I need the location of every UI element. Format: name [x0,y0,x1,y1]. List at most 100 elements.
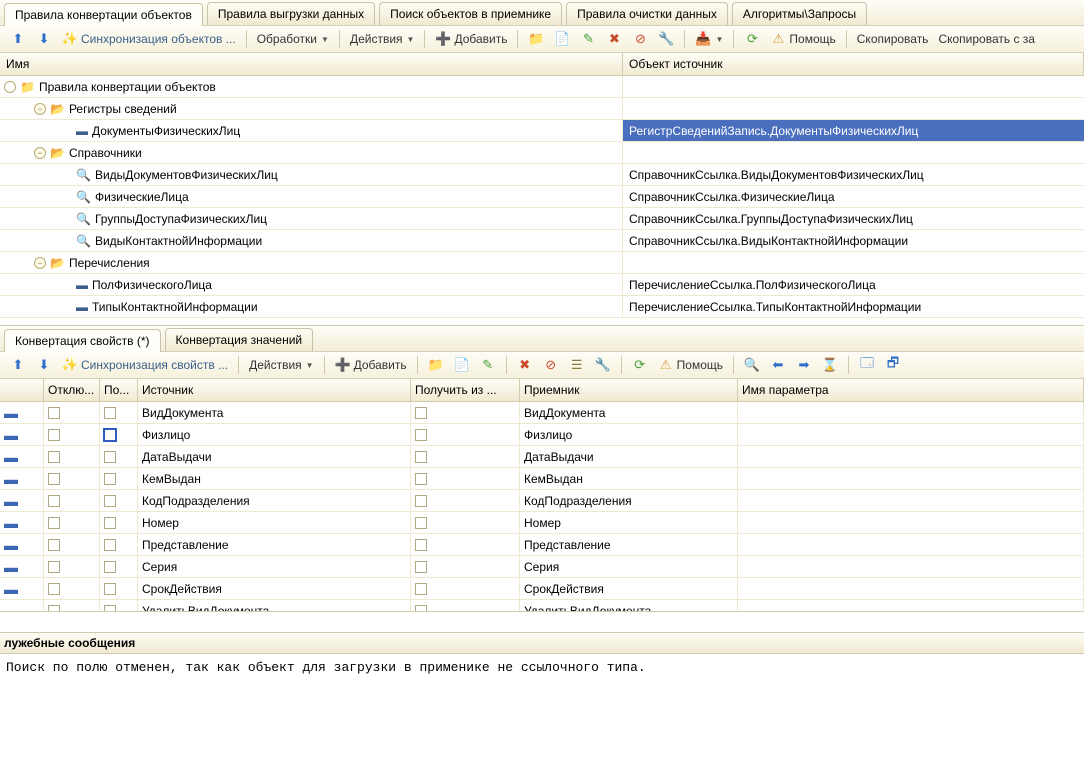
tree-row-contact-types[interactable]: 🔍ВидыКонтактнойИнформации СправочникСсыл… [0,230,1084,252]
checkbox-get[interactable] [415,429,427,441]
tree-row-persons[interactable]: 🔍ФизическиеЛица СправочникСсылка.Физичес… [0,186,1084,208]
checkbox-get[interactable] [415,583,427,595]
actions-button[interactable]: Действия▼ [245,356,318,374]
config-icon[interactable]: 🔧 [591,355,615,375]
checkbox-get[interactable] [415,539,427,551]
prop-row[interactable]: ▬ Номер Номер [0,512,1084,534]
config-icon[interactable]: 🔧 [654,29,678,49]
checkbox-disabled[interactable] [48,517,60,529]
col-po[interactable]: По... [100,379,138,401]
checkbox-get[interactable] [415,517,427,529]
copy-button[interactable]: Скопировать [853,30,933,48]
collapse-icon[interactable]: − [34,257,46,269]
checkbox-get[interactable] [415,495,427,507]
checkbox-get[interactable] [415,407,427,419]
prop-row[interactable]: ▬ Представление Представление [0,534,1084,556]
checkbox-po[interactable] [104,583,116,595]
checkbox-disabled[interactable] [48,605,60,613]
checkbox-po[interactable] [104,605,116,613]
prop-row[interactable]: ▬ ДатаВыдачи ДатаВыдачи [0,446,1084,468]
arrow-down-icon[interactable]: ⬇ [32,29,56,49]
help-button[interactable]: ⚠Помощь [766,29,839,49]
col-source[interactable]: Объект источник [623,53,1084,75]
next-icon[interactable]: ➡ [792,355,816,375]
tree-row-catalogs[interactable]: −📂Справочники [0,142,1084,164]
tab-search-objects[interactable]: Поиск объектов в приемнике [379,2,562,25]
col-get[interactable]: Получить из ... [411,379,520,401]
new-item-icon[interactable]: 📄 [550,29,574,49]
refresh-icon[interactable]: ⟳ [740,29,764,49]
checkbox-disabled[interactable] [48,407,60,419]
edit-icon[interactable]: ✎ [476,355,500,375]
props-grid-body[interactable]: ▬ ВидДокумента ВидДокумента ▬ Физлицо Фи… [0,402,1084,612]
checkbox-po[interactable] [104,473,116,485]
checkbox-disabled[interactable] [48,451,60,463]
checkbox-disabled[interactable] [48,473,60,485]
arrow-up-icon[interactable]: ⬆ [6,29,30,49]
checkbox-po[interactable] [104,451,116,463]
col-source[interactable]: Источник [138,379,411,401]
checkbox-disabled[interactable] [48,583,60,595]
search-icon[interactable]: 🔍 [740,355,764,375]
tab-cleanup-rules[interactable]: Правила очистки данных [566,2,728,25]
checkbox-disabled[interactable] [48,429,60,441]
tab-export-rules[interactable]: Правила выгрузки данных [207,2,375,25]
checkbox-po[interactable] [104,429,116,441]
tree-row-documents[interactable]: ▬ДокументыФизическихЛиц РегистрСведенийЗ… [0,120,1084,142]
prop-row[interactable]: ▬ Серия Серия [0,556,1084,578]
tab-values-conv[interactable]: Конвертация значений [165,328,314,351]
arrow-up-icon[interactable]: ⬆ [6,355,30,375]
checkbox-get[interactable] [415,561,427,573]
delete-icon[interactable]: ✖ [602,29,626,49]
import-icon[interactable]: 📥▼ [691,29,727,49]
tree-row-root[interactable]: 📁Правила конвертации объектов [0,76,1084,98]
checkbox-po[interactable] [104,539,116,551]
collapse-icon[interactable]: − [34,103,46,115]
add-button[interactable]: ➕Добавить [431,29,511,49]
sync-props-button[interactable]: ✨Синхронизация свойств ... [58,355,232,375]
add-button[interactable]: ➕Добавить [331,355,411,375]
col-marker[interactable] [0,379,44,401]
col-param[interactable]: Имя параметра [738,379,1084,401]
prop-row[interactable]: ▬ КемВыдан КемВыдан [0,468,1084,490]
sync-objects-button[interactable]: ✨Синхронизация объектов ... [58,29,240,49]
checkbox-get[interactable] [415,473,427,485]
help-button[interactable]: ⚠Помощь [654,355,727,375]
tree-row-doc-types[interactable]: 🔍ВидыДокументовФизическихЛиц СправочникС… [0,164,1084,186]
col-name[interactable]: Имя [0,53,623,75]
processing-button[interactable]: Обработки▼ [253,30,333,48]
col-disabled[interactable]: Отклю... [44,379,100,401]
tab-props-conv[interactable]: Конвертация свойств (*) [4,329,161,352]
tree-row-enums[interactable]: −📂Перечисления [0,252,1084,274]
checkbox-disabled[interactable] [48,495,60,507]
prev-icon[interactable]: ⬅ [766,355,790,375]
tree-area[interactable]: 📁Правила конвертации объектов −📂Регистры… [0,76,1084,326]
window-icon[interactable]: 🗔 [855,355,879,375]
disabled-icon[interactable]: ⊘ [628,29,652,49]
checkbox-po[interactable] [104,561,116,573]
copy-from-button[interactable]: Скопировать с за [934,30,1039,48]
windows-icon[interactable]: 🗗 [881,355,905,375]
checkbox-get[interactable] [415,605,427,613]
prop-row[interactable]: ▬ КодПодразделения КодПодразделения [0,490,1084,512]
disabled-icon[interactable]: ⊘ [539,355,563,375]
edit-icon[interactable]: ✎ [576,29,600,49]
tree-row-registers[interactable]: −📂Регистры сведений [0,98,1084,120]
tab-conversion-rules[interactable]: Правила конвертации объектов [4,3,203,26]
refresh-icon[interactable]: ⟳ [628,355,652,375]
prop-row[interactable]: ▬ ВидДокумента ВидДокумента [0,402,1084,424]
checkbox-po[interactable] [104,517,116,529]
list-icon[interactable]: ☰ [565,355,589,375]
checkbox-disabled[interactable] [48,561,60,573]
prop-row[interactable]: ▬ УдалитьВидДокумента УдалитьВидДокумент… [0,600,1084,612]
arrow-down-icon[interactable]: ⬇ [32,355,56,375]
checkbox-disabled[interactable] [48,539,60,551]
delete-icon[interactable]: ✖ [513,355,537,375]
tree-row-contact-kinds[interactable]: ▬ТипыКонтактнойИнформации ПеречислениеСс… [0,296,1084,318]
collapse-icon[interactable]: − [34,147,46,159]
tree-row-gender[interactable]: ▬ПолФизическогоЛица ПеречислениеСсылка.П… [0,274,1084,296]
prop-row[interactable]: ▬ СрокДействия СрокДействия [0,578,1084,600]
checkbox-po[interactable] [104,495,116,507]
new-folder-icon[interactable]: 📁 [424,355,448,375]
tree-row-access-groups[interactable]: 🔍ГруппыДоступаФизическихЛиц СправочникСс… [0,208,1084,230]
